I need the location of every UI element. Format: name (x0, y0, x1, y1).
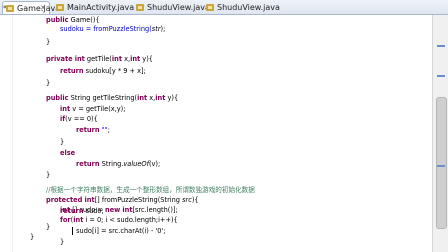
code-line: sudoku = fromPuzzleString(str); (60, 25, 166, 33)
java-file-icon (136, 4, 144, 11)
code-line: } (46, 79, 51, 87)
scrollbar-marker[interactable] (437, 75, 445, 77)
tab-label: ShuduView.java (147, 3, 210, 12)
java-file-icon (6, 5, 14, 12)
code-line: } (60, 138, 65, 146)
scrollbar-marker[interactable] (437, 165, 445, 167)
editor-tab-bar: * Game.java ✕ MainActivity.java ShuduVie… (0, 0, 448, 15)
java-file-icon (206, 4, 214, 11)
code-line: return String.valueOf(v); (76, 160, 161, 168)
editor-gutter (0, 15, 13, 252)
vertical-scrollbar[interactable] (432, 15, 448, 252)
close-icon[interactable]: ✕ (40, 2, 46, 15)
code-line: } (46, 38, 51, 46)
code-line: else (60, 149, 76, 157)
tab-label: ShuduView.java (217, 3, 280, 12)
code-line: } (30, 233, 35, 241)
code-line: if(v == 0){ (60, 115, 98, 123)
tab-shuduview-java[interactable]: ShuduView.java (133, 1, 210, 14)
code-line: return sudo; (60, 207, 104, 215)
tab-label: MainActivity.java (67, 3, 135, 12)
scrollbar-thumb[interactable] (436, 97, 447, 229)
code-line-current: sudo[i] = src.charAt(i) - '0'; (72, 226, 166, 237)
code-line: private int getTile(int x,int y){ (46, 55, 153, 63)
java-file-icon (56, 4, 64, 11)
code-line: public String getTileString(int x,int y)… (46, 94, 179, 102)
tab-shuduview-java-2[interactable]: ShuduView.java (203, 1, 280, 14)
tab-mainactivity-java[interactable]: MainActivity.java (53, 1, 135, 14)
code-line: } (46, 223, 51, 231)
text-cursor (72, 227, 73, 235)
code-line: } (46, 171, 51, 179)
scrollbar-marker[interactable] (437, 45, 445, 47)
code-line: return ""; (76, 126, 110, 134)
tab-game-java[interactable]: * Game.java ✕ (2, 1, 60, 15)
code-line: return sudoku[y * 9 + x]; (60, 67, 146, 75)
code-line: } (60, 238, 65, 246)
